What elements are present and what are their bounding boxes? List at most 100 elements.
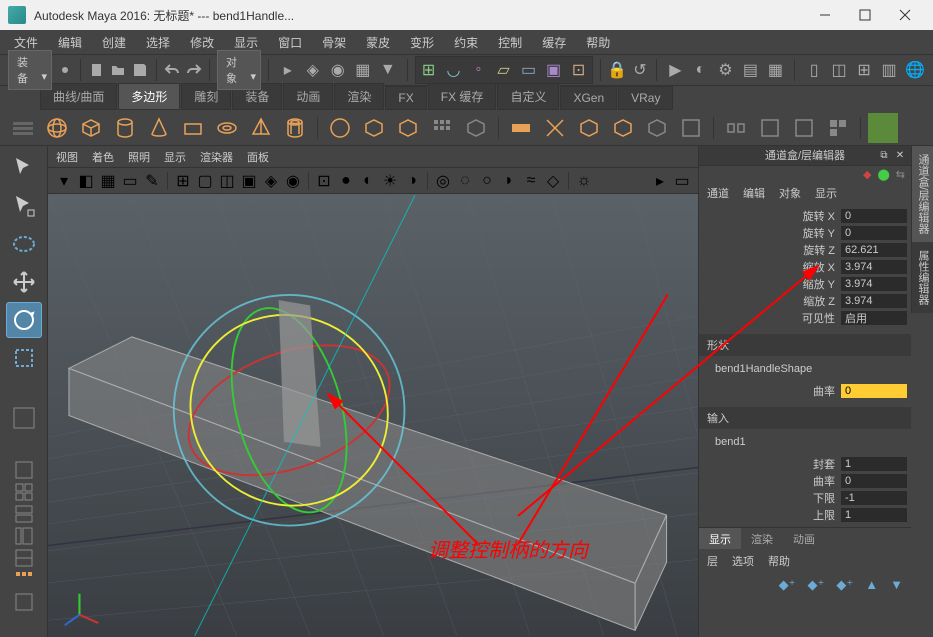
viewport-menu-item[interactable]: 照明	[128, 149, 150, 165]
poly-pyramid-icon[interactable]	[246, 113, 276, 143]
snap-view-icon[interactable]: ▭	[517, 58, 541, 82]
layer-tab[interactable]: 动画	[783, 528, 825, 549]
close-button[interactable]	[885, 1, 925, 29]
shelf-tab[interactable]: 自定义	[497, 83, 559, 110]
menu-item[interactable]: 控制	[488, 31, 532, 54]
menu-item[interactable]: 骨架	[312, 31, 356, 54]
poly-bridge-icon[interactable]	[721, 113, 751, 143]
minimize-button[interactable]	[805, 1, 845, 29]
shelf-tab[interactable]: 渲染	[334, 83, 384, 110]
vp-gate-mask-icon[interactable]: ▣	[239, 171, 259, 191]
channel-menu-item[interactable]: 编辑	[743, 185, 765, 201]
shelf-tab[interactable]: 多边形	[118, 83, 180, 110]
attr-input[interactable]	[841, 294, 907, 308]
viewport-menu-item[interactable]: 视图	[56, 149, 78, 165]
layout-single-icon[interactable]	[14, 460, 34, 480]
shelf-tab[interactable]: XGen	[560, 86, 617, 110]
globe-icon[interactable]: 🌐	[905, 58, 925, 82]
poly-extrude-icon[interactable]	[676, 113, 706, 143]
vp-2d-pan-icon[interactable]: ▭	[120, 171, 140, 191]
poly-platonic-icon[interactable]	[325, 113, 355, 143]
panel-4-icon[interactable]: ▥	[877, 58, 901, 82]
ipr-icon[interactable]: ◐	[688, 58, 712, 82]
poly-append-icon[interactable]	[755, 113, 785, 143]
panel-1-icon[interactable]: ▯	[802, 58, 826, 82]
maximize-button[interactable]	[845, 1, 885, 29]
save-file-icon[interactable]	[131, 58, 148, 82]
selection-mode-dropdown[interactable]: 对象	[217, 50, 261, 90]
scale-tool[interactable]	[6, 340, 42, 376]
attr-input[interactable]	[841, 260, 907, 274]
channel-menu-item[interactable]: 显示	[815, 185, 837, 201]
shelf-tab[interactable]: 动画	[283, 83, 333, 110]
poly-multicut-icon[interactable]	[823, 113, 853, 143]
menu-item[interactable]: 约束	[444, 31, 488, 54]
attr-input[interactable]	[841, 508, 907, 522]
panel-close-icon[interactable]: ✕	[893, 148, 907, 162]
menu-item[interactable]: 帮助	[576, 31, 620, 54]
sel-mask-4-icon[interactable]: ▦	[351, 58, 375, 82]
layer-menu-item[interactable]: 选项	[732, 553, 754, 569]
vp-select-camera-icon[interactable]: ▾	[54, 171, 74, 191]
input-name[interactable]: bend1	[699, 433, 911, 451]
layer-new-selected-icon[interactable]: ◆⁺	[808, 577, 825, 593]
render-icon[interactable]: ▶	[663, 58, 687, 82]
curvature-input[interactable]	[841, 384, 907, 398]
viewport-menu-item[interactable]: 面板	[247, 149, 269, 165]
poly-plane-icon[interactable]	[178, 113, 208, 143]
snap-point-icon[interactable]: ◦	[467, 58, 491, 82]
vp-xray-joints-icon[interactable]: ○	[477, 171, 497, 191]
panel-2-icon[interactable]: ◫	[827, 58, 851, 82]
attr-input[interactable]	[841, 311, 907, 325]
vp-aa-icon[interactable]: ◇	[543, 171, 563, 191]
attr-input[interactable]	[841, 474, 907, 488]
attr-input[interactable]	[841, 243, 907, 257]
shelf-tab[interactable]: FX 缓存	[428, 83, 497, 110]
channel-menu-item[interactable]: 通道	[707, 185, 729, 201]
snap-plane-icon[interactable]: ▱	[492, 58, 516, 82]
vp-grid-icon[interactable]: ⊞	[173, 171, 193, 191]
lasso-tool[interactable]	[6, 188, 42, 224]
vp-shadows-icon[interactable]: ◑	[402, 171, 422, 191]
sel-mask-5-icon[interactable]: ▼	[376, 58, 400, 82]
sel-mask-3-icon[interactable]: ◉	[326, 58, 350, 82]
rotate-tool[interactable]	[6, 302, 42, 338]
vp-exposure-icon[interactable]: ☼	[574, 171, 594, 191]
vp-field-icon[interactable]: ◈	[261, 171, 281, 191]
layer-menu-item[interactable]: 层	[707, 553, 718, 569]
poly-pipe-icon[interactable]	[280, 113, 310, 143]
poly-svg-icon[interactable]	[461, 113, 491, 143]
move-tool[interactable]	[6, 264, 42, 300]
workspace-dropdown[interactable]: 装备	[8, 50, 52, 90]
poly-sphere-icon[interactable]	[42, 113, 72, 143]
attr-input[interactable]	[841, 491, 907, 505]
vp-bookmark-icon[interactable]: ◧	[76, 171, 96, 191]
attr-input[interactable]	[841, 226, 907, 240]
vp-textured-icon[interactable]: ◐	[358, 171, 378, 191]
vp-image-plane-icon[interactable]: ▦	[98, 171, 118, 191]
attr-input[interactable]	[841, 209, 907, 223]
layer-tab[interactable]: 显示	[699, 528, 741, 549]
panel-3-icon[interactable]: ⊞	[852, 58, 876, 82]
layer-menu-item[interactable]: 帮助	[768, 553, 790, 569]
viewport-menu-item[interactable]: 渲染器	[200, 149, 233, 165]
vp-ao-icon[interactable]: ◗	[499, 171, 519, 191]
layer-new-empty-icon[interactable]: ◆⁺	[779, 577, 796, 593]
snap-grid-icon[interactable]: ⊞	[417, 58, 441, 82]
layer-add-icon[interactable]: ◆⁺	[836, 577, 853, 593]
layout-persp-icon[interactable]	[14, 548, 34, 568]
vp-wireframe-icon[interactable]: ⊡	[314, 171, 334, 191]
poly-cone-icon[interactable]	[144, 113, 174, 143]
channel-red-icon[interactable]: ◆	[863, 168, 871, 181]
vp-isolate-icon[interactable]: ◎	[433, 171, 453, 191]
poly-separate-icon[interactable]	[540, 113, 570, 143]
poly-reduce-icon[interactable]	[608, 113, 638, 143]
render-layer-icon[interactable]: ▤	[738, 58, 762, 82]
menu-item[interactable]: 变形	[400, 31, 444, 54]
shelf-tab[interactable]: VRay	[618, 86, 673, 110]
lock-icon[interactable]: 🔒	[607, 58, 627, 82]
vp-renderer-icon[interactable]: ▸	[650, 171, 670, 191]
redo-icon[interactable]	[185, 58, 202, 82]
layer-move-down-icon[interactable]: ▼	[890, 577, 903, 593]
new-file-icon[interactable]	[88, 58, 105, 82]
